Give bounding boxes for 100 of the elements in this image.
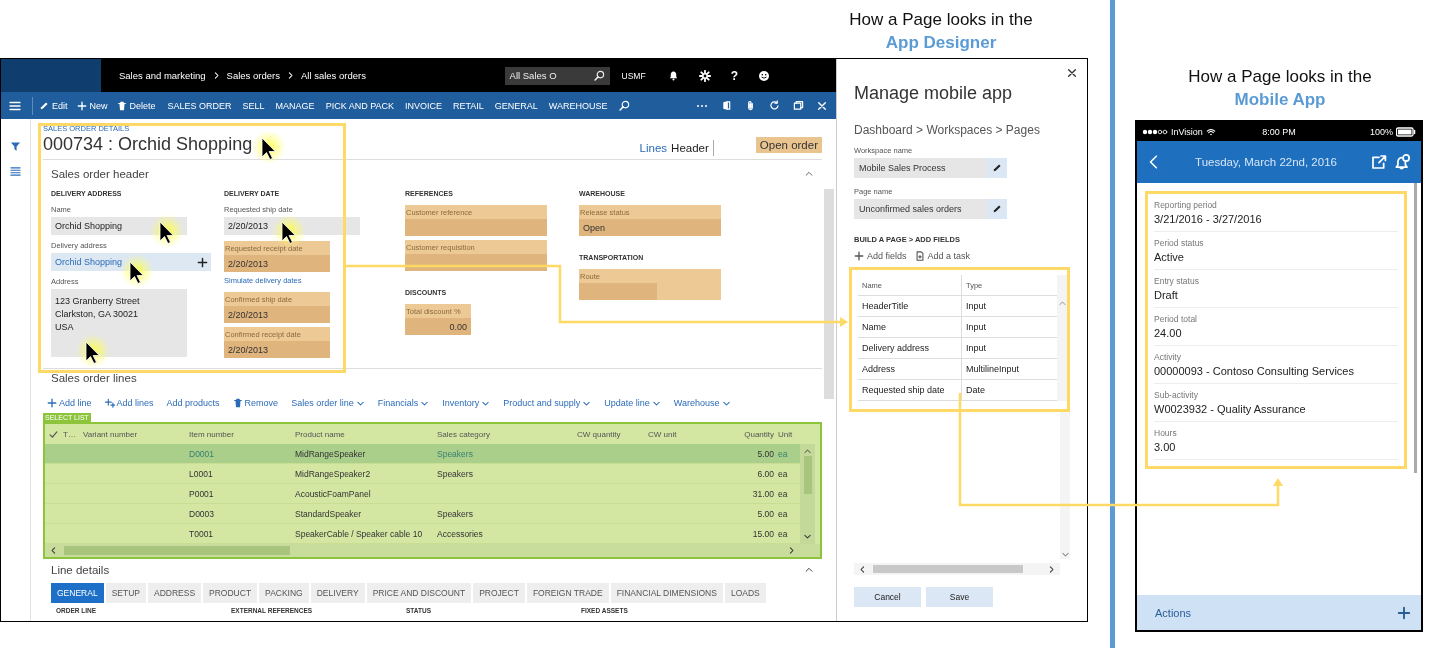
toolbar-button[interactable]: Remove [232, 398, 279, 408]
menu-tab[interactable]: PICK AND PACK [325, 100, 394, 111]
chevron-up-icon[interactable] [804, 169, 814, 179]
scrollbar-thumb[interactable] [64, 546, 290, 555]
edit-button[interactable] [987, 199, 1007, 219]
bell-icon[interactable] [667, 70, 679, 81]
restore-window-icon[interactable] [793, 100, 804, 111]
toolbar-button[interactable]: Update line [604, 398, 661, 408]
menu-tab[interactable]: INVOICE [405, 100, 442, 111]
menu-tab[interactable]: MANAGE [275, 100, 315, 111]
battery-percent: 100% [1369, 126, 1393, 137]
input-field[interactable]: Unconfirmed sales orders [854, 199, 1007, 219]
menu-icon[interactable] [9, 99, 21, 112]
column-header[interactable]: Variant number [83, 429, 189, 439]
view-link[interactable]: Lines [639, 142, 668, 154]
checkmark-icon[interactable] [49, 429, 58, 439]
wifi-icon [1205, 126, 1216, 137]
breadcrumb-link[interactable]: Sales and marketing [119, 70, 206, 81]
notification-bell-icon[interactable] [1395, 154, 1411, 170]
dialog-button[interactable]: Save [926, 587, 993, 607]
scrollbar[interactable] [800, 444, 815, 544]
view-link[interactable]: Header [671, 142, 709, 154]
toolbar-button[interactable]: Product and supply [503, 398, 592, 408]
column-header[interactable]: CW unit [648, 429, 698, 439]
toolbar-button[interactable]: Inventory [442, 398, 491, 408]
help-button[interactable]: ? [730, 68, 738, 83]
list-icon[interactable] [10, 166, 21, 177]
plus-icon [854, 251, 864, 261]
column-header[interactable]: Unit [778, 429, 800, 439]
column-header[interactable]: Item number [189, 429, 295, 439]
toolbar-button[interactable]: Delete [113, 95, 159, 116]
mouse-pointer-icon [76, 334, 110, 368]
section-title[interactable]: Sales order header [51, 168, 149, 180]
tab[interactable]: LOADS [724, 583, 766, 603]
search-icon[interactable] [618, 100, 630, 111]
field-value: 00000093 - Contoso Consulting Services [1154, 365, 1355, 377]
toolbar-button[interactable]: New [73, 95, 111, 116]
toolbar-button[interactable]: Edit [36, 95, 71, 116]
grid-row[interactable]: D0001 MidRangeSpeaker Speakers 5.00 ea [45, 444, 800, 464]
breadcrumb-link[interactable]: All sales orders [300, 70, 366, 81]
grid-cell-text: StandardSpeaker [295, 508, 363, 519]
tab[interactable]: GENERAL [51, 583, 104, 603]
grid-row[interactable]: P0001 AcousticFoamPanel 31.00 ea [45, 484, 800, 504]
scrollbar[interactable] [45, 544, 820, 557]
company-selector[interactable]: USMF [621, 70, 646, 81]
scrollbar-thumb[interactable] [803, 456, 812, 494]
column-header[interactable]: Product name [295, 429, 437, 439]
column-header[interactable]: Quantity [698, 429, 778, 439]
toolbar-button[interactable]: Add line [47, 398, 92, 408]
text-area[interactable]: 123 Granberry Street Clarkston, GA 30021 USA [51, 289, 187, 357]
actions-bar[interactable]: Actions [1137, 595, 1421, 630]
tab[interactable]: SETUP [105, 583, 146, 603]
tab[interactable]: DELIVERY [310, 583, 365, 603]
share-icon[interactable] [1371, 154, 1387, 170]
search-field[interactable]: All Sales O [504, 66, 610, 85]
dialog-button[interactable]: Cancel [854, 587, 921, 607]
tab[interactable]: PACKING [259, 583, 309, 603]
smiley-face-icon[interactable] [758, 69, 770, 82]
section-title[interactable]: Sales order lines [43, 368, 822, 390]
toolbar-button[interactable]: Financials [377, 398, 430, 408]
filter-icon[interactable] [10, 141, 21, 152]
scrollbar[interactable] [824, 189, 834, 399]
tab[interactable]: PRODUCT [203, 583, 258, 603]
refresh-icon[interactable] [769, 100, 780, 111]
grid-cell-text: ea [778, 448, 789, 459]
toolbar-button[interactable]: Add a task [914, 251, 971, 261]
menu-tab[interactable]: SALES ORDER [167, 100, 232, 111]
scrollbar[interactable] [1060, 412, 1070, 559]
tab[interactable]: FOREIGN TRADE [526, 583, 609, 603]
paperclip-icon[interactable] [745, 100, 756, 111]
grid-row[interactable]: L0001 MidRangeSpeaker2 Speakers 6.00 ea [45, 464, 800, 484]
column-header[interactable]: T… [63, 429, 83, 439]
settings-icon[interactable] [698, 69, 711, 82]
toolbar-button[interactable]: Sales order line [291, 398, 365, 408]
edit-button[interactable] [987, 158, 1007, 178]
tab[interactable]: PRICE AND DISCOUNT [366, 583, 472, 603]
menu-tab[interactable]: RETAIL [453, 100, 484, 111]
panel-icon[interactable] [721, 100, 732, 111]
column-header[interactable]: CW quantity [577, 429, 648, 439]
plus-icon [76, 100, 87, 111]
toolbar-button[interactable]: Warehouse [673, 398, 731, 408]
section-title[interactable]: Line details [51, 563, 110, 576]
tab[interactable]: ADDRESS [147, 583, 202, 603]
scrollbar[interactable] [854, 563, 1060, 575]
menu-tab[interactable]: GENERAL [494, 100, 538, 111]
scrollbar[interactable] [1057, 275, 1067, 401]
plus-icon[interactable] [197, 256, 208, 268]
menu-tab[interactable]: WAREHOUSE [548, 100, 608, 111]
toolbar-button[interactable]: Add lines [104, 398, 154, 408]
tab[interactable]: FINANCIAL DIMENSIONS [610, 583, 723, 603]
scrollbar-thumb[interactable] [873, 565, 1023, 573]
breadcrumb-link[interactable]: Sales orders [226, 70, 280, 81]
column-header[interactable]: Sales category [437, 429, 577, 439]
toolbar-button[interactable]: Add fields [854, 251, 907, 261]
close-icon[interactable] [1067, 68, 1077, 78]
toolbar-button[interactable]: Add products [166, 398, 220, 408]
grid-row[interactable]: D0003 StandardSpeaker Speakers 5.00 ea [45, 504, 800, 524]
menu-tab[interactable]: SELL [242, 100, 265, 111]
input-field[interactable]: Mobile Sales Process [854, 158, 1007, 178]
tab[interactable]: PROJECT [473, 583, 525, 603]
